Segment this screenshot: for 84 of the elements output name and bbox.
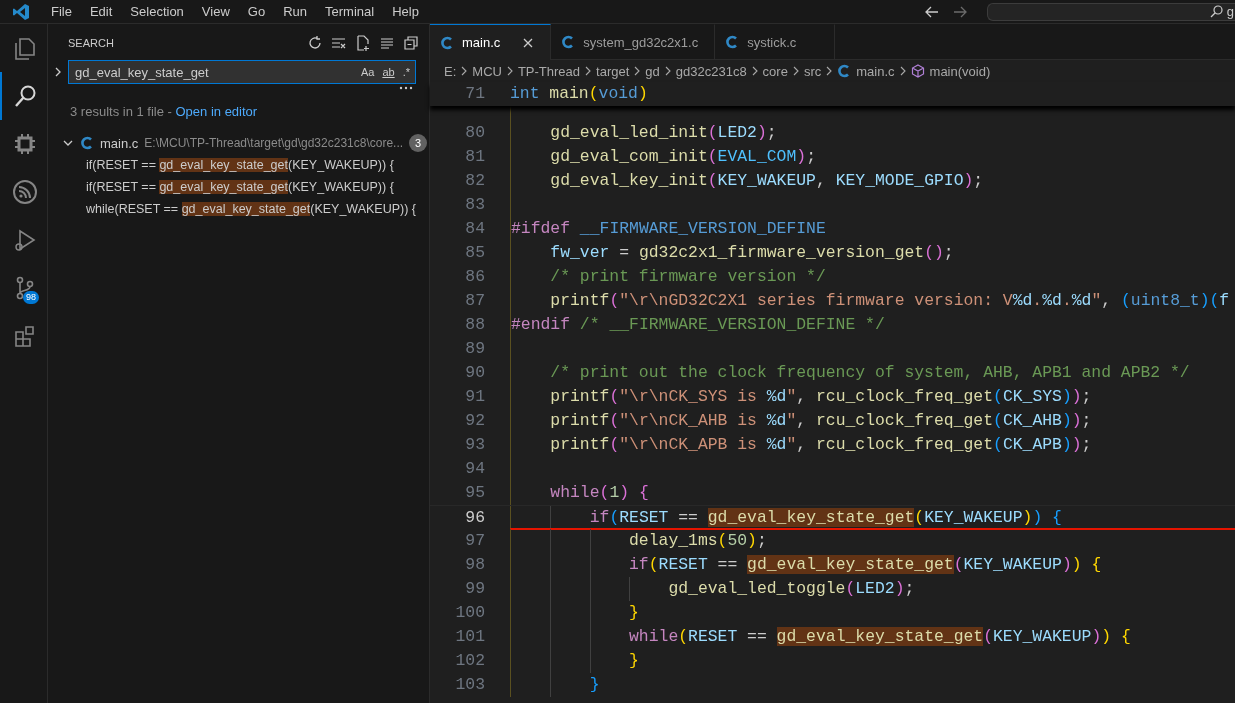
code-line: #endif /* __FIRMWARE_VERSION_DEFINE */ (511, 315, 885, 334)
line-number: 96 (464, 507, 486, 529)
search-result-line[interactable]: if(RESET == gd_eval_key_state_get(KEY_WAKEUP)) { (48, 154, 429, 176)
count-badge: 98 (23, 291, 39, 304)
breadcrumb-item[interactable]: MCU (472, 63, 502, 79)
file-path: E:\MCU\TP-Thread\target\gd\gd32c231c8\core... (144, 136, 404, 150)
search-option[interactable]: Aa (359, 66, 376, 78)
menu-item[interactable]: Run (274, 4, 316, 19)
results-summary: 3 results in 1 file - (70, 104, 173, 119)
code-line: printf("\r\nCK_APB is %d", rcu_clock_freq_get(CK_APB)); (549, 435, 1092, 454)
line-number: 91 (464, 386, 486, 408)
line-number: 82 (464, 170, 486, 192)
code-line: } (588, 675, 600, 694)
panel-title: SEARCH (68, 36, 115, 49)
search-option[interactable]: .* (401, 66, 411, 78)
code-line: fw_ver = gd32c2x1_firmware_version_get(); (549, 243, 954, 262)
code-line: gd_eval_key_init(KEY_WAKEUP, KEY_MODE_GPIO); (549, 171, 984, 190)
code-line: #ifdef __FIRMWARE_VERSION_DEFINE (511, 219, 826, 238)
line-number: 100 (454, 602, 486, 624)
line-number: 92 (464, 410, 486, 432)
menu-item[interactable]: Terminal (316, 4, 384, 19)
breadcrumb-item[interactable]: target (596, 63, 630, 79)
breadcrumb-item[interactable]: E: (444, 63, 457, 79)
editor-tab[interactable]: systick.c (715, 24, 836, 59)
code-line: gd_eval_com_init(EVAL_COM); (549, 147, 816, 166)
code-line: /* print firmware version */ (549, 267, 826, 286)
line-number: 80 (464, 122, 486, 144)
line-number: 85 (464, 242, 486, 264)
code-line: printf("\r\nCK_AHB is %d", rcu_clock_freq_get(CK_AHB)); (549, 411, 1092, 430)
line-number: 102 (454, 650, 486, 672)
code-line: printf("\r\nGD32C2X1 series firmware version: V%d.%d.%d", (uint8_t)(f (549, 291, 1230, 310)
code-line: if(RESET == gd_eval_key_state_get(KEY_WAKEUP)) { (588, 508, 1062, 527)
line-number: 71 (464, 83, 486, 105)
code-line: while(1) { (549, 483, 649, 502)
menu-item[interactable]: View (192, 4, 239, 19)
line-number: 94 (464, 458, 486, 480)
line-number: 98 (464, 554, 486, 576)
search-result-line[interactable]: if(RESET == gd_eval_key_state_get(KEY_WAKEUP)) { (48, 176, 429, 198)
activity-bar-item[interactable]: 98 (0, 264, 47, 312)
breadcrumb-item[interactable]: main.c (856, 63, 895, 79)
menu-item[interactable]: Go (238, 4, 275, 19)
line-number: 103 (454, 674, 486, 696)
editor-tab[interactable]: main.c (430, 24, 552, 60)
count-badge: 3 (409, 134, 428, 152)
code-line: gd_eval_led_toggle(LED2); (667, 579, 915, 598)
line-number: 90 (464, 362, 486, 384)
breadcrumb-item[interactable]: TP-Thread (517, 63, 581, 79)
line-number: 87 (464, 290, 486, 312)
code-line: int main(void) (510, 84, 648, 103)
command-center-field[interactable]: g (987, 2, 1235, 21)
breadcrumb-item[interactable]: core (762, 63, 788, 79)
line-number: 93 (464, 434, 486, 456)
menu-item[interactable]: File (42, 4, 81, 19)
editor-tab[interactable]: system_gd32c2x1.c (551, 24, 716, 59)
search-field[interactable]: gd_eval_key_state_get Aa ab .* (68, 60, 416, 84)
line-number: 84 (464, 218, 486, 240)
search-result-line[interactable]: while(RESET == gd_eval_key_state_get(KEY_WAKEUP)) { (48, 198, 429, 220)
file-name: main.c (100, 135, 139, 151)
line-number: 86 (464, 266, 486, 288)
menu-item[interactable]: Edit (80, 4, 122, 19)
menu-item[interactable]: Selection (121, 4, 193, 19)
code-line: /* print out the clock frequency of system, AHB, APB1 and APB2 */ (549, 363, 1190, 382)
breadcrumb-item[interactable]: src (803, 63, 822, 79)
line-number: 101 (454, 626, 486, 648)
code-line: gd_eval_led_init(LED2); (549, 123, 777, 142)
line-number: 97 (464, 530, 486, 552)
code-line: } (628, 651, 639, 670)
line-number: 83 (464, 194, 486, 216)
search-option[interactable]: ab (381, 66, 396, 78)
line-number: 95 (464, 482, 486, 504)
open-in-editor-link[interactable]: Open in editor (175, 104, 258, 119)
code-line: printf("\r\nCK_SYS is %d", rcu_clock_freq_get(CK_SYS)); (549, 387, 1092, 406)
code-line: while(RESET == gd_eval_key_state_get(KEY_WAKEUP)) { (628, 627, 1131, 646)
menu-item[interactable]: Help (383, 4, 428, 19)
code-line: delay_1ms(50); (628, 531, 767, 550)
code-line: } (628, 603, 639, 622)
line-number: 88 (464, 314, 486, 336)
breadcrumb-item[interactable]: gd32c231c8 (675, 63, 747, 79)
code-line: if(RESET == gd_eval_key_state_get(KEY_WAKEUP)) { (628, 555, 1102, 574)
line-number: 89 (464, 338, 486, 360)
line-number: 99 (464, 578, 486, 600)
breadcrumb-item[interactable]: main(void) (929, 63, 991, 79)
breadcrumb-item[interactable]: gd (645, 63, 660, 79)
line-number: 81 (464, 146, 486, 168)
